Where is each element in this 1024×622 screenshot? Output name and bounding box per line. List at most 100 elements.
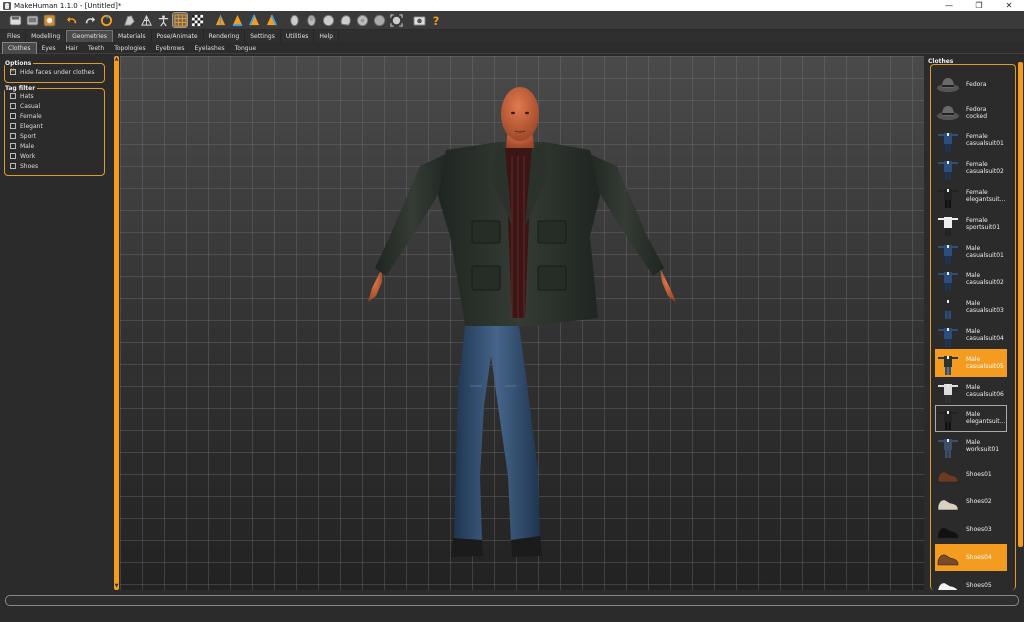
tag-hats-checkbox[interactable] (10, 93, 16, 99)
wireframe-icon[interactable] (139, 13, 153, 27)
tag-work-checkbox[interactable] (10, 153, 16, 159)
tag-elegant-checkbox[interactable] (10, 123, 16, 129)
left-scrollbar[interactable]: ▲ ▼ (114, 56, 119, 590)
3d-viewport[interactable] (120, 56, 924, 590)
minimize-icon[interactable]: — (934, 0, 964, 11)
right-scrollbar-thumb[interactable] (1018, 62, 1023, 547)
tag-casual-row[interactable]: Casual (5, 101, 104, 111)
tab-modelling[interactable]: Modelling (26, 30, 67, 42)
subtab-topologies[interactable]: Topologies (109, 42, 150, 54)
tag-male-row[interactable]: Male (5, 141, 104, 151)
clothes-item[interactable]: Male casualsuit05 (935, 348, 1007, 377)
hide-faces-row[interactable]: Hide faces under clothes (5, 67, 104, 77)
top-view-icon[interactable] (287, 13, 301, 27)
left-view-icon[interactable] (247, 13, 261, 27)
back-view-icon[interactable] (230, 13, 244, 27)
subtab-tongue[interactable]: Tongue (230, 42, 261, 54)
subtab-eyebrows[interactable]: Eyebrows (151, 42, 190, 54)
screenshot-icon[interactable] (412, 13, 426, 27)
clothes-item[interactable]: Male casualsuit02 (935, 266, 1007, 294)
reset-icon[interactable] (99, 13, 113, 27)
clothes-item[interactable]: Female casualsuit02 (935, 154, 1007, 182)
tag-female-checkbox[interactable] (10, 113, 16, 119)
clothes-item[interactable]: Male elegantsuit... (935, 404, 1007, 433)
clothes-item[interactable]: Shoes03 (935, 516, 1007, 544)
hide-faces-checkbox[interactable] (10, 67, 16, 75)
subtab-teeth[interactable]: Teeth (83, 42, 109, 54)
tag-work-row[interactable]: Work (5, 151, 104, 161)
scroll-up-icon[interactable]: ▲ (114, 57, 119, 62)
clothes-item[interactable]: Female elegantsuit... (935, 182, 1007, 210)
clothes-item[interactable]: Shoes01 (935, 460, 1007, 488)
front-view-icon[interactable] (213, 13, 227, 27)
window-title: MakeHuman 1.1.0 - [Untitled]* (14, 1, 122, 10)
tab-files[interactable]: Files (2, 30, 27, 42)
male-elegantsuit-thumb (936, 406, 960, 431)
clothes-item[interactable]: Male casualsuit06 (935, 377, 1007, 405)
male-casualsuit05-thumb (936, 351, 960, 375)
tag-work-label: Work (20, 152, 36, 160)
clothes-item[interactable]: Male worksuit01 (935, 432, 1007, 460)
tab-utilities[interactable]: Utilities (281, 30, 315, 42)
clothes-item[interactable]: Male casualsuit01 (935, 238, 1007, 266)
redo-icon[interactable] (82, 13, 96, 27)
left-panel: Options Hide faces under clothes Tag fil… (0, 55, 112, 590)
tab-settings[interactable]: Settings (245, 30, 281, 42)
tag-sport-row[interactable]: Sport (5, 131, 104, 141)
clothes-item-label: Shoes05 (966, 581, 992, 589)
smooth-icon[interactable] (122, 13, 136, 27)
tag-elegant-label: Elegant (20, 122, 43, 130)
scroll-down-icon[interactable]: ▼ (114, 584, 119, 589)
clothes-box: Fedora Fedora cocked Female casualsuit01 Fe… (930, 64, 1016, 590)
subtab-hair[interactable]: Hair (61, 42, 83, 54)
chessboard-icon[interactable] (190, 13, 204, 27)
head-back-icon[interactable] (372, 13, 386, 27)
tag-female-row[interactable]: Female (5, 111, 104, 121)
clothes-item[interactable]: Male casualsuit04 (935, 321, 1007, 349)
tab-materials[interactable]: Materials (113, 30, 152, 42)
help-icon[interactable]: ? (429, 13, 443, 27)
clothes-list: Fedora Fedora cocked Female casualsuit01 Fe… (935, 71, 1011, 590)
clothes-item[interactable]: Shoes05 (935, 571, 1007, 590)
clothes-item[interactable]: Shoes04 (935, 543, 1007, 572)
clothes-item[interactable]: Shoes02 (935, 488, 1007, 516)
export-icon[interactable] (42, 13, 56, 27)
clothes-item[interactable]: Female casualsuit01 (935, 127, 1007, 155)
load-icon[interactable] (25, 13, 39, 27)
head-top-icon[interactable] (355, 13, 369, 27)
pose-icon[interactable] (156, 13, 170, 27)
subtab-eyes[interactable]: Eyes (37, 42, 61, 54)
tab-rendering[interactable]: Rendering (204, 30, 246, 42)
tag-shoes-checkbox[interactable] (10, 163, 16, 169)
tag-elegant-row[interactable]: Elegant (5, 121, 104, 131)
save-icon[interactable] (8, 13, 22, 27)
clothes-item[interactable]: Fedora (935, 71, 1007, 99)
tab-pose-animate[interactable]: Pose/Animate (152, 30, 204, 42)
head-front-icon[interactable] (321, 13, 335, 27)
female-casualsuit02-thumb (936, 156, 960, 181)
bottom-view-icon[interactable] (304, 13, 318, 27)
head-side-icon[interactable] (338, 13, 352, 27)
tab-geometries[interactable]: Geometries (66, 30, 113, 42)
tab-help[interactable]: Help (314, 30, 340, 42)
subtab-clothes[interactable]: Clothes (2, 42, 37, 54)
right-view-icon[interactable] (264, 13, 278, 27)
reset-camera-icon[interactable] (389, 13, 403, 27)
clothes-item-label: Fedora cocked (966, 105, 988, 120)
tag-filter-title: Tag filter (5, 85, 38, 92)
right-scrollbar[interactable] (1018, 56, 1023, 590)
close-icon[interactable]: ✕ (994, 0, 1024, 11)
tag-shoes-row[interactable]: Shoes (5, 161, 104, 171)
maximize-icon[interactable]: ❐ (964, 0, 994, 11)
tag-male-checkbox[interactable] (10, 143, 16, 149)
clothes-item[interactable]: Male casualsuit03 (935, 293, 1007, 321)
undo-icon[interactable] (65, 13, 79, 27)
tag-casual-checkbox[interactable] (10, 103, 16, 109)
grid-icon[interactable] (172, 12, 188, 28)
human-model[interactable] (120, 56, 924, 590)
clothes-item[interactable]: Female sportsuit01 (935, 210, 1007, 238)
tag-hats-row[interactable]: Hats (5, 91, 104, 101)
tag-sport-checkbox[interactable] (10, 133, 16, 139)
subtab-eyelashes[interactable]: Eyelashes (190, 42, 230, 54)
clothes-item[interactable]: Fedora cocked (935, 99, 1007, 127)
